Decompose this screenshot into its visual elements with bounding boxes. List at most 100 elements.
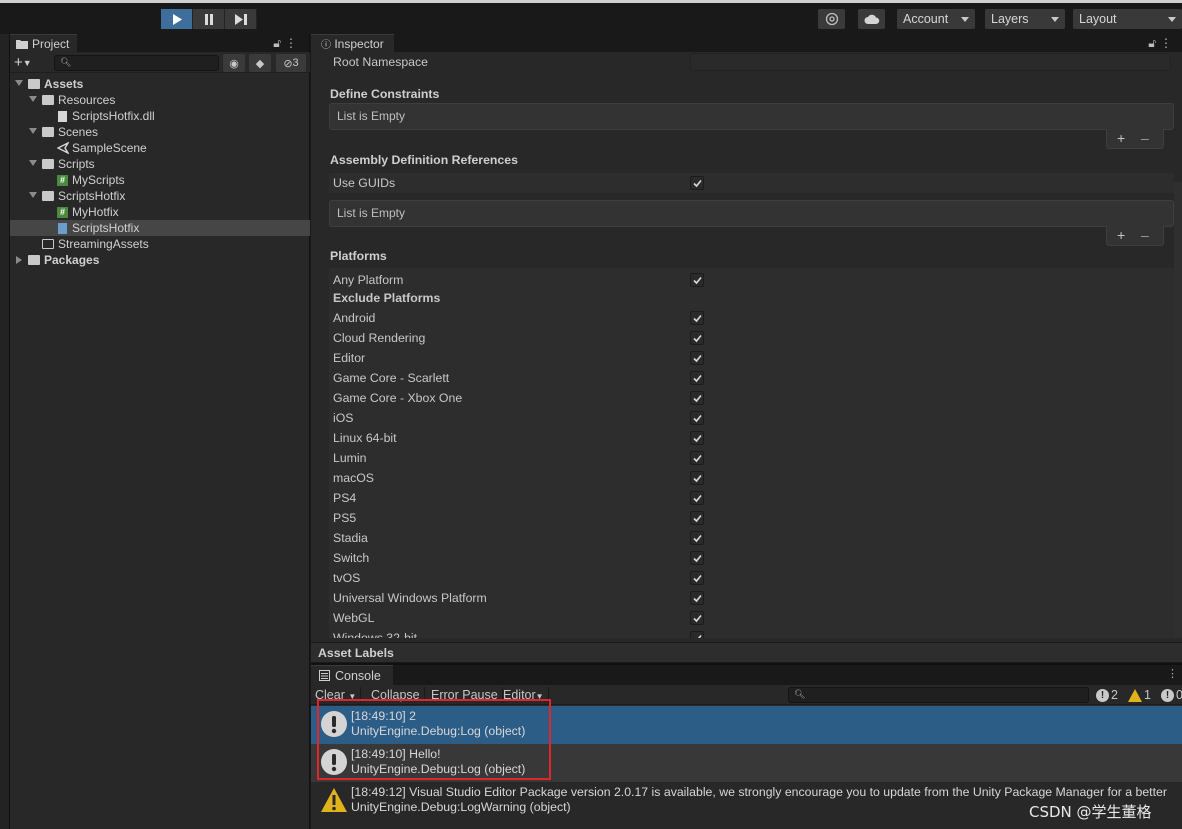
create-button[interactable]: +▼ xyxy=(14,54,32,71)
tab-inspector[interactable]: ⓘ Inspector xyxy=(311,34,394,52)
platform-checkbox[interactable] xyxy=(690,331,704,345)
info-message-icon xyxy=(321,749,347,775)
watermark-text: CSDN @学生董格 xyxy=(1029,803,1152,821)
platform-label: PS4 xyxy=(333,491,357,505)
platform-label: Cloud Rendering xyxy=(333,331,426,345)
platform-checkbox[interactable] xyxy=(690,591,704,605)
tab-console-label: Console xyxy=(335,668,381,683)
log-message: [18:49:12] Visual Studio Editor Package … xyxy=(351,785,1167,799)
platform-checkbox[interactable] xyxy=(690,351,704,365)
tree-item-packages[interactable]: Packages xyxy=(10,252,310,268)
expand-arrow-icon[interactable] xyxy=(15,80,23,86)
search-by-type-button[interactable]: ◉ xyxy=(223,54,245,72)
tree-item-scripts[interactable]: Scripts xyxy=(10,156,310,172)
platform-checkbox[interactable] xyxy=(690,371,704,385)
tree-item-assets[interactable]: Assets xyxy=(10,76,310,92)
use-guids-checkbox[interactable] xyxy=(690,176,704,190)
account-dropdown[interactable]: Account xyxy=(897,9,975,29)
step-button[interactable] xyxy=(225,9,257,29)
expand-arrow-icon[interactable] xyxy=(29,128,37,134)
checkmark-icon xyxy=(693,494,702,503)
warning-filter-toggle[interactable]: 1 xyxy=(1128,686,1151,704)
editor-dropdown[interactable]: Editor▼ xyxy=(499,687,549,703)
folder-open-icon xyxy=(42,159,54,169)
root-namespace-input[interactable] xyxy=(690,53,1171,71)
platform-checkbox[interactable] xyxy=(690,471,704,485)
platform-checkbox[interactable] xyxy=(690,451,704,465)
layout-dropdown[interactable]: Layout xyxy=(1073,9,1182,29)
platform-checkbox[interactable] xyxy=(690,611,704,625)
tree-item-label: Scripts xyxy=(58,157,95,171)
clear-button[interactable]: Clear ▼ xyxy=(311,687,362,703)
account-label: Account xyxy=(903,12,949,26)
add-reference-button[interactable]: + xyxy=(1117,227,1125,243)
tree-item-scenes[interactable]: Scenes xyxy=(10,124,310,140)
any-platform-checkbox[interactable] xyxy=(690,273,704,287)
remove-constraint-button[interactable]: – xyxy=(1141,130,1149,146)
platform-checkbox[interactable] xyxy=(690,491,704,505)
platform-checkbox[interactable] xyxy=(690,311,704,325)
expand-arrow-icon[interactable] xyxy=(16,256,22,264)
info-filter-toggle[interactable]: ! 2 xyxy=(1096,686,1118,704)
tab-console[interactable]: Console xyxy=(311,665,393,685)
define-constraints-header: Define Constraints xyxy=(330,87,440,101)
platform-checkbox[interactable] xyxy=(690,511,704,525)
platform-checkbox[interactable] xyxy=(690,411,704,425)
tree-item-myscripts[interactable]: # MyScripts xyxy=(10,172,310,188)
tree-item-label: ScriptsHotfix xyxy=(72,221,140,235)
play-button[interactable] xyxy=(161,9,193,29)
platform-checkbox[interactable] xyxy=(690,531,704,545)
expand-arrow-icon[interactable] xyxy=(29,96,37,102)
search-by-label-button[interactable]: ◆ xyxy=(249,54,271,72)
kebab-menu-icon[interactable]: ⋮ xyxy=(285,36,301,50)
collapse-button[interactable]: Collapse xyxy=(367,687,425,703)
platform-checkbox[interactable] xyxy=(690,391,704,405)
inspector-scrollbar[interactable] xyxy=(1174,182,1182,638)
platform-checkbox[interactable] xyxy=(690,631,704,638)
add-constraint-button[interactable]: + xyxy=(1117,130,1125,146)
chevron-down-icon: ▼ xyxy=(348,692,357,701)
platform-label: Android xyxy=(333,311,376,325)
kebab-menu-icon[interactable]: ⋮ xyxy=(1160,36,1176,50)
error-filter-toggle[interactable]: ! 0 xyxy=(1161,686,1182,704)
assembly-refs-list[interactable]: List is Empty xyxy=(329,200,1174,227)
tree-item-scriptshotfix-folder[interactable]: ScriptsHotfix xyxy=(10,188,310,204)
tab-project-label: Project xyxy=(32,36,70,51)
tab-project[interactable]: Project xyxy=(10,34,78,53)
tree-item-samplescene[interactable]: SampleScene xyxy=(10,140,310,156)
platform-checkbox[interactable] xyxy=(690,431,704,445)
collab-button[interactable] xyxy=(818,9,845,29)
tree-item-scriptshotfix-asmdef[interactable]: ScriptsHotfix xyxy=(10,220,310,236)
checkmark-icon xyxy=(693,514,702,523)
tree-item-label: SampleScene xyxy=(72,141,147,155)
tree-item-scriptshotfix-dll[interactable]: ScriptsHotfix.dll xyxy=(10,108,310,124)
chevron-down-icon xyxy=(1051,17,1059,22)
kebab-menu-icon[interactable]: ⋮ xyxy=(1167,667,1178,680)
tree-item-resources[interactable]: Resources xyxy=(10,92,310,108)
checkmark-icon xyxy=(693,374,702,383)
lock-icon[interactable]: 🔓︎ xyxy=(1148,36,1160,50)
checkmark-icon xyxy=(693,394,702,403)
lock-icon[interactable]: 🔓︎ xyxy=(273,36,285,50)
layers-dropdown[interactable]: Layers xyxy=(985,9,1065,29)
tree-item-myhotfix[interactable]: # MyHotfix xyxy=(10,204,310,220)
checkmark-icon xyxy=(693,554,702,563)
layout-label: Layout xyxy=(1079,12,1117,26)
tree-item-streamingassets[interactable]: StreamingAssets xyxy=(10,236,310,252)
project-search-input[interactable]: 🔍︎ xyxy=(54,55,219,71)
pause-button[interactable] xyxy=(193,9,225,29)
error-pause-button[interactable]: Error Pause xyxy=(427,687,503,703)
platform-checkbox[interactable] xyxy=(690,551,704,565)
log-entry[interactable]: [18:49:10] 2 UnityEngine.Debug:Log (obje… xyxy=(311,706,1182,744)
asset-labels-header[interactable]: Asset Labels xyxy=(311,642,1182,662)
cloud-button[interactable] xyxy=(858,9,885,29)
console-search-input[interactable]: 🔍︎ xyxy=(788,687,1089,703)
define-constraints-list[interactable]: List is Empty xyxy=(329,103,1174,130)
hidden-packages-button[interactable]: ⊘ 3 xyxy=(276,54,306,72)
log-entry[interactable]: [18:49:10] Hello! UnityEngine.Debug:Log … xyxy=(311,744,1182,782)
remove-reference-button[interactable]: – xyxy=(1141,227,1149,243)
expand-arrow-icon[interactable] xyxy=(29,160,37,166)
tree-item-label: Resources xyxy=(58,93,116,107)
expand-arrow-icon[interactable] xyxy=(29,192,37,198)
platform-checkbox[interactable] xyxy=(690,571,704,585)
